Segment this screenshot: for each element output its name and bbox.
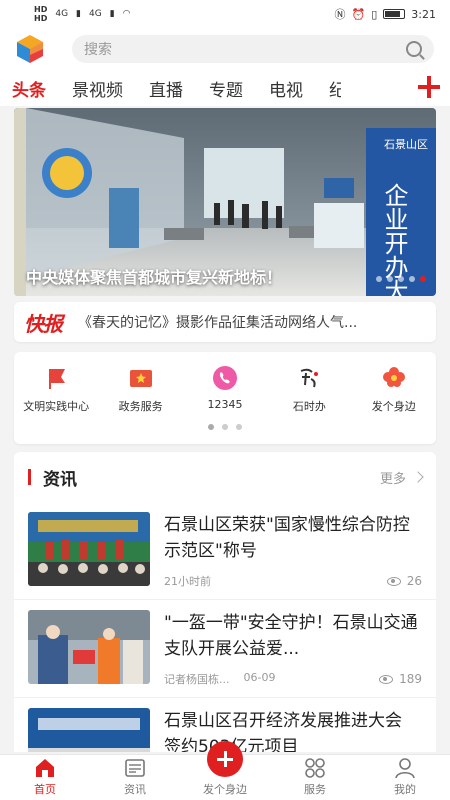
vibrate-icon: ▯ xyxy=(371,7,378,21)
carousel-dot xyxy=(398,276,404,282)
chevron-right-icon xyxy=(412,471,424,483)
service-grid: 文明实践中心 政务服务 12345 石时办 发个身边 xyxy=(14,352,436,444)
user-icon xyxy=(395,758,415,779)
view-count: 189 xyxy=(379,671,422,687)
service-label: 政务服务 xyxy=(118,400,163,413)
add-post-icon[interactable] xyxy=(207,741,243,777)
carousel-dot xyxy=(387,276,393,282)
news-thumbnail xyxy=(28,708,150,752)
newspaper-icon xyxy=(125,759,145,777)
nav-home[interactable]: 首页 xyxy=(10,757,80,797)
bottom-nav: 首页 资讯 发个身边 服务 我的 xyxy=(0,741,450,800)
service-page-indicator xyxy=(14,424,436,430)
tab-video[interactable]: 景视频 xyxy=(72,76,123,101)
page-dot xyxy=(222,424,228,430)
wifi-icon: ◠ xyxy=(122,9,131,19)
tab-tv[interactable]: 电视 xyxy=(269,76,303,101)
battery-icon xyxy=(383,9,406,19)
page-dot-active xyxy=(208,424,214,430)
banner-caption[interactable]: 中央媒体聚焦首都城市复兴新地标！ xyxy=(26,264,282,288)
ticker-text[interactable]: 《春天的记忆》摄影作品征集活动网络人气... xyxy=(78,312,357,332)
signal-icon: ▮ xyxy=(76,9,81,19)
carousel-indicator xyxy=(376,276,426,282)
view-count-label: 26 xyxy=(406,574,422,588)
news-source: 记者杨国栋... xyxy=(164,673,230,686)
signal-indicators: HD HD 4G ▮ 4G ▮ ◠ xyxy=(34,5,131,23)
nav-label: 首页 xyxy=(34,783,56,796)
app-logo xyxy=(14,33,46,65)
view-count: 26 xyxy=(386,573,422,589)
news-ticker[interactable]: 快报 《春天的记忆》摄影作品征集活动网络人气... xyxy=(14,302,436,342)
flower-icon xyxy=(380,364,408,392)
nav-label: 服务 xyxy=(304,783,326,796)
service-label: 石时办 xyxy=(292,400,326,413)
add-channel-icon[interactable] xyxy=(418,76,440,98)
service-civilization-center[interactable]: 文明实践中心 xyxy=(14,364,98,414)
service-label: 文明实践中心 xyxy=(23,400,90,413)
news-headline: "一盔一带"安全守护！石景山交通支队开展公益爱... xyxy=(164,613,418,659)
network-label: 4G xyxy=(89,9,102,19)
nav-services[interactable]: 服务 xyxy=(280,757,350,797)
search-placeholder: 搜索 xyxy=(84,42,112,58)
service-government[interactable]: 政务服务 xyxy=(99,364,183,414)
headline-carousel[interactable]: 石景山区 企业开办大厅 中央媒体聚焦首都城市复兴新地标！ xyxy=(14,108,436,296)
carousel-dot xyxy=(376,276,382,282)
news-item[interactable]: "一盔一带"安全守护！石景山交通支队开展公益爱... 记者杨国栋... 06-0… xyxy=(14,600,436,698)
kuaibao-logo: 快报 xyxy=(24,311,63,336)
search-bar[interactable]: 搜索 xyxy=(72,35,434,63)
nav-info[interactable]: 资讯 xyxy=(100,757,170,797)
news-time: 21小时前 xyxy=(164,575,211,588)
news-thumbnail xyxy=(28,512,150,586)
news-item[interactable]: 石景山区荣获"国家慢性综合防控示范区"称号 21小时前 26 xyxy=(14,502,436,600)
sign-small-text: 石景山区 xyxy=(384,138,428,151)
service-12345[interactable]: 12345 xyxy=(183,364,267,414)
news-headline: 石景山区荣获"国家慢性综合防控示范区"称号 xyxy=(164,515,410,561)
section-title: 资讯 xyxy=(28,465,77,490)
nav-mine[interactable]: 我的 xyxy=(370,757,440,797)
tab-headlines[interactable]: 头条 xyxy=(12,76,46,101)
service-label: 发个身边 xyxy=(371,400,416,413)
news-thumbnail xyxy=(28,610,150,684)
service-shishiban[interactable]: 石时办 xyxy=(267,364,351,414)
signal-icon: ▮ xyxy=(109,9,115,19)
eye-icon xyxy=(379,674,394,684)
news-time: 06-09 xyxy=(243,671,276,684)
app-header: 搜索 xyxy=(0,28,450,70)
view-count-label: 189 xyxy=(399,672,422,686)
eye-icon xyxy=(386,576,401,586)
more-link[interactable]: 更多 xyxy=(379,468,424,487)
nav-label: 资讯 xyxy=(124,783,146,796)
nav-post[interactable]: 发个身边 xyxy=(190,741,260,797)
network-label: 4G xyxy=(55,9,69,19)
hd-label: HD xyxy=(34,14,48,23)
page-dot xyxy=(236,424,242,430)
alarm-icon: ⏰ xyxy=(351,7,366,21)
tab-more-channel[interactable]: 纪 xyxy=(329,76,341,101)
clock: 3:21 xyxy=(411,7,436,21)
news-section: 资讯 更多 石景山区荣获"国家慢性综合防控示范区"称号 21小时前 26 "一盔… xyxy=(14,452,436,752)
hd-label: HD xyxy=(34,5,48,14)
nav-label: 发个身边 xyxy=(203,783,247,796)
nav-label: 我的 xyxy=(394,783,416,796)
more-label: 更多 xyxy=(379,471,406,487)
news-headline: 石景山区召开经济发展推进大会 签约503亿元项目 xyxy=(164,711,402,752)
service-post-nearby[interactable]: 发个身边 xyxy=(352,364,436,414)
calligraphy-icon xyxy=(295,364,323,392)
grid-icon xyxy=(305,758,325,778)
tab-topics[interactable]: 专题 xyxy=(209,76,243,101)
search-icon[interactable] xyxy=(406,41,422,57)
home-icon xyxy=(36,759,54,777)
channel-tabs: 头条 景视频 直播 专题 电视 纪 xyxy=(0,70,450,106)
nfc-icon: Ⓝ xyxy=(334,8,346,21)
status-bar: HD HD 4G ▮ 4G ▮ ◠ Ⓝ ⏰ ▯ 3:21 xyxy=(0,0,450,28)
carousel-dot-active xyxy=(420,276,426,282)
carousel-dot xyxy=(409,276,415,282)
service-label: 12345 xyxy=(207,398,243,411)
flag-icon xyxy=(42,364,70,392)
phone-icon xyxy=(211,364,239,392)
book-icon xyxy=(127,364,155,392)
tab-live[interactable]: 直播 xyxy=(149,76,183,101)
